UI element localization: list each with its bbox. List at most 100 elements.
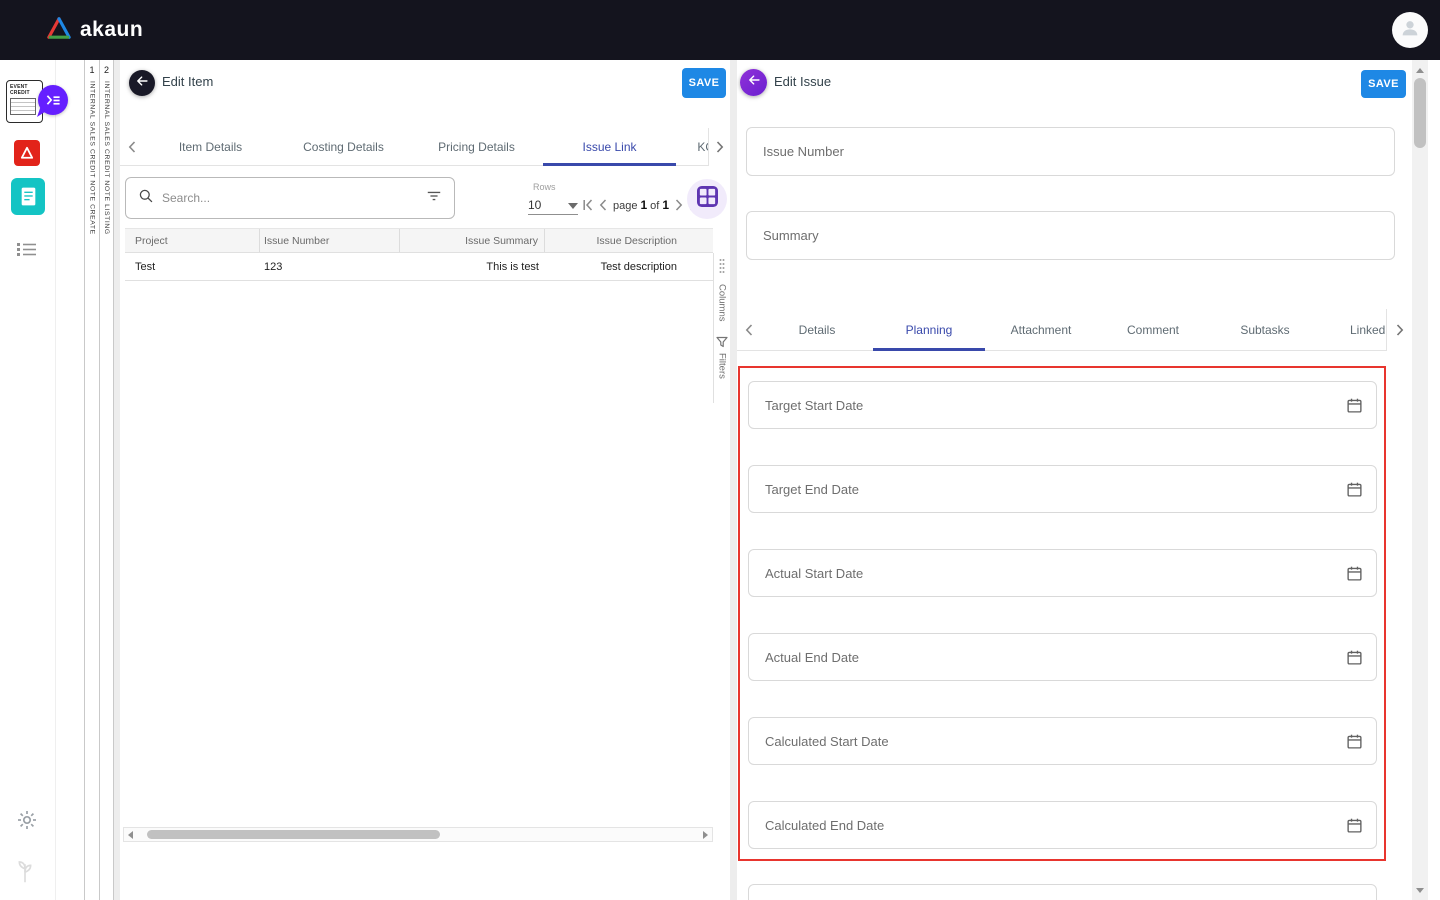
user-avatar[interactable] — [1392, 12, 1428, 48]
scroll-up-button[interactable] — [1412, 64, 1428, 76]
triangle-down-icon — [1416, 888, 1424, 893]
column-header-project[interactable]: Project — [125, 229, 260, 252]
search-input[interactable] — [162, 191, 418, 205]
module-tab-credit-note-create[interactable]: 1 INTERNAL SALES CREDIT NOTE CREATE — [84, 60, 99, 900]
back-button[interactable] — [129, 70, 155, 96]
calendar-icon[interactable] — [1346, 733, 1363, 750]
module-tab-credit-note-listing[interactable]: 2 INTERNAL SALES CREDIT NOTE LISTING — [99, 60, 114, 900]
tab-pricing-details[interactable]: Pricing Details — [410, 128, 543, 165]
rows-per-page-select[interactable]: 10 — [528, 195, 578, 215]
issue-tabbar: Details Planning Attachment Comment Subt… — [737, 309, 1412, 351]
page-total: 1 — [662, 198, 669, 212]
back-button[interactable] — [740, 69, 767, 96]
table-row[interactable]: Test 123 This is test Test description — [125, 253, 713, 281]
settings-gear-icon[interactable] — [17, 810, 37, 835]
column-header-issue-number[interactable]: Issue Number — [260, 229, 400, 252]
document-app-icon[interactable] — [11, 178, 45, 215]
column-header-issue-description[interactable]: Issue Description — [545, 229, 713, 252]
brand-logo[interactable]: akaun — [46, 16, 143, 45]
date-field-partial[interactable] — [748, 884, 1377, 900]
module-tab-label: INTERNAL SALES CREDIT NOTE CREATE — [89, 81, 96, 235]
tab-issue-link[interactable]: Issue Link — [543, 128, 676, 165]
tab-comment[interactable]: Comment — [1097, 309, 1209, 350]
calendar-icon[interactable] — [1346, 565, 1363, 582]
drag-handle-icon[interactable] — [718, 258, 726, 279]
arrow-left-icon — [135, 74, 149, 93]
summary-field[interactable]: Summary — [746, 211, 1395, 260]
save-button[interactable]: SAVE — [682, 68, 726, 98]
event-credit-app-label: EVENT CREDIT — [10, 84, 40, 96]
page-of-word: of — [650, 200, 659, 212]
page-current: 1 — [640, 198, 647, 212]
target-start-date-label: Target Start Date — [749, 398, 1346, 413]
filter-funnel-icon[interactable] — [716, 336, 728, 348]
tab-planning[interactable]: Planning — [873, 309, 985, 350]
akaun-logo-icon — [46, 16, 72, 45]
calculated-start-date-field[interactable]: Calculated Start Date — [748, 717, 1377, 765]
page-title: Edit Item — [162, 74, 213, 89]
brand-name: akaun — [80, 18, 143, 42]
calculated-end-date-field[interactable]: Calculated End Date — [748, 801, 1377, 849]
table-header-row: Project Issue Number Issue Summary Issue… — [125, 228, 713, 253]
actual-end-date-field[interactable]: Actual End Date — [748, 633, 1377, 681]
calculated-start-date-label: Calculated Start Date — [749, 734, 1346, 749]
cell-issue-description: Test description — [545, 261, 713, 273]
target-end-date-label: Target End Date — [749, 482, 1346, 497]
tab-attachment[interactable]: Attachment — [985, 309, 1097, 350]
tab-costing-details[interactable]: Costing Details — [277, 128, 410, 165]
filter-list-icon[interactable] — [426, 189, 442, 208]
rows-per-page-label: Rows — [533, 182, 556, 192]
horizontal-scrollbar-thumb[interactable] — [147, 830, 440, 839]
console-bubble-icon[interactable] — [38, 85, 68, 115]
list-icon[interactable] — [17, 242, 37, 262]
columns-strip-button[interactable]: Columns — [717, 284, 728, 322]
scroll-down-button[interactable] — [1412, 884, 1428, 896]
app-rail: EVENT CREDIT — [0, 60, 56, 900]
edit-item-panel: Edit Item SAVE Item Details Costing Deta… — [120, 60, 730, 900]
horizontal-scrollbar-track[interactable] — [137, 828, 699, 841]
module-tab-number: 2 — [104, 65, 109, 75]
triangle-up-icon — [1416, 68, 1424, 73]
tab-details[interactable]: Details — [761, 309, 873, 350]
grid-view-button[interactable] — [687, 179, 727, 219]
module-tab-number: 1 — [89, 65, 94, 75]
save-button[interactable]: SAVE — [1361, 70, 1406, 98]
horizontal-scrollbar — [123, 827, 713, 842]
calendar-icon[interactable] — [1346, 649, 1363, 666]
person-icon — [1399, 17, 1421, 44]
column-header-issue-summary[interactable]: Issue Summary — [400, 229, 545, 252]
target-start-date-field[interactable]: Target Start Date — [748, 381, 1377, 429]
tab-subtasks[interactable]: Subtasks — [1209, 309, 1321, 350]
panel-divider — [730, 60, 737, 900]
actual-end-date-label: Actual End Date — [749, 650, 1346, 665]
actual-start-date-field[interactable]: Actual Start Date — [748, 549, 1377, 597]
tabs-scroll-left-button[interactable] — [120, 128, 144, 165]
edit-issue-panel: Edit Issue SAVE Issue Number Summary Det… — [737, 60, 1412, 900]
calendar-icon[interactable] — [1346, 397, 1363, 414]
tabs-scroll-left-button[interactable] — [737, 309, 761, 350]
vertical-scrollbar[interactable] — [1412, 60, 1428, 900]
summary-label: Summary — [747, 228, 1394, 243]
caret-down-icon — [568, 196, 578, 214]
calendar-icon[interactable] — [1346, 481, 1363, 498]
screen: akaun EVENT CREDIT — [0, 0, 1440, 900]
previous-page-button[interactable] — [599, 199, 607, 211]
tabs-scroll-right-button[interactable] — [708, 128, 730, 166]
actual-start-date-label: Actual Start Date — [749, 566, 1346, 581]
first-page-button[interactable] — [583, 199, 593, 211]
next-page-button[interactable] — [675, 199, 683, 211]
scroll-right-button[interactable] — [699, 828, 712, 841]
target-end-date-field[interactable]: Target End Date — [748, 465, 1377, 513]
tab-item-details[interactable]: Item Details — [144, 128, 277, 165]
filters-strip-button[interactable]: Filters — [717, 353, 728, 379]
cell-issue-number: 123 — [260, 261, 400, 273]
tabs-scroll-right-button[interactable] — [1386, 309, 1412, 351]
issue-number-label: Issue Number — [747, 144, 1394, 159]
vertical-scrollbar-thumb[interactable] — [1414, 78, 1426, 148]
pdf-icon[interactable] — [14, 140, 40, 166]
triangle-right-icon — [703, 831, 708, 839]
scroll-left-button[interactable] — [124, 828, 137, 841]
issue-number-field[interactable]: Issue Number — [746, 127, 1395, 176]
calendar-icon[interactable] — [1346, 817, 1363, 834]
search-icon — [138, 188, 154, 209]
